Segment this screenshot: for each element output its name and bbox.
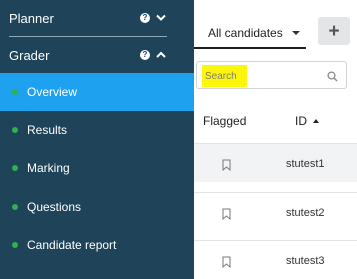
main-panel: All candidates + Flagged ID stutest1 stu…	[194, 0, 357, 279]
status-dot-icon	[12, 165, 18, 171]
column-header-id[interactable]: ID	[295, 108, 319, 134]
sidebar-item-candidate-report[interactable]: Candidate report	[0, 226, 194, 264]
sort-ascending-icon	[313, 119, 319, 123]
sidebar-item-marking[interactable]: Marking	[0, 149, 194, 187]
chevron-up-icon[interactable]	[156, 51, 166, 59]
status-dot-icon	[12, 89, 18, 95]
search-box	[196, 61, 347, 89]
chevron-down-icon[interactable]	[156, 14, 166, 22]
sidebar-item-label: Marking	[27, 161, 70, 175]
help-icon[interactable]: ?	[140, 50, 150, 60]
sidebar-item-label: Candidate report	[27, 238, 117, 252]
candidate-filter-value: All candidates	[208, 26, 283, 40]
sidebar-item-label: Overview	[27, 85, 78, 99]
status-dot-icon	[12, 242, 18, 248]
caret-down-icon	[291, 31, 300, 35]
bookmark-icon[interactable]	[222, 255, 231, 273]
column-header-label: Flagged	[203, 114, 247, 128]
sidebar: Planner ? Grader ? Overview Results Mark…	[0, 0, 194, 279]
status-dot-icon	[12, 127, 18, 133]
table-cell-id: stutest2	[286, 206, 325, 219]
column-header-label: ID	[295, 114, 307, 128]
table-row[interactable]: stutest2	[194, 192, 357, 231]
help-icon[interactable]: ?	[140, 13, 150, 23]
search-input[interactable]	[205, 67, 315, 85]
sidebar-item-results[interactable]: Results	[0, 111, 194, 149]
section-label-grader: Grader	[9, 47, 50, 63]
table-row[interactable]: stutest3	[194, 240, 357, 279]
bookmark-icon[interactable]	[222, 207, 231, 225]
add-button[interactable]: +	[318, 17, 350, 45]
section-header-grader[interactable]: Grader ?	[0, 37, 194, 73]
sidebar-item-overview[interactable]: Overview	[0, 73, 194, 111]
sidebar-item-questions[interactable]: Questions	[0, 188, 194, 226]
search-icon[interactable]	[327, 69, 338, 87]
table-cell-id: stutest1	[286, 157, 325, 170]
table-cell-id: stutest3	[286, 254, 325, 267]
status-dot-icon	[12, 204, 18, 210]
section-label-planner: Planner	[9, 10, 54, 26]
column-header-flagged[interactable]: Flagged	[203, 108, 246, 134]
sidebar-item-label: Questions	[27, 200, 82, 214]
sidebar-item-label: Results	[27, 123, 68, 137]
table-row[interactable]: stutest1	[194, 143, 357, 182]
section-header-planner[interactable]: Planner ?	[0, 0, 194, 36]
bookmark-icon[interactable]	[222, 158, 231, 176]
candidate-filter-dropdown[interactable]: All candidates	[194, 19, 306, 49]
